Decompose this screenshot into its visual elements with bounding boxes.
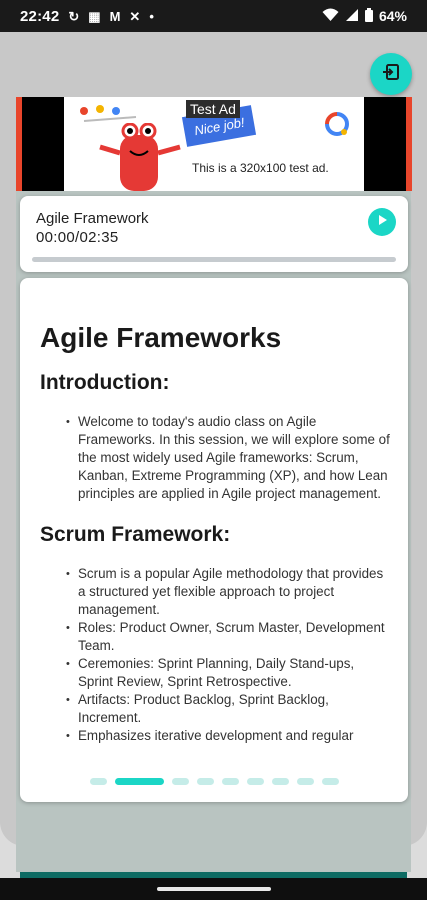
page-dot[interactable] <box>321 777 339 785</box>
page-dot[interactable] <box>171 777 189 785</box>
ad-banner[interactable]: Nice job! Test Ad This is a 320x100 test… <box>16 97 412 191</box>
section-bullet-list: Scrum is a popular Agile methodology tha… <box>58 565 392 745</box>
player-title: Agile Framework <box>36 210 149 227</box>
bullet-item: Ceremonies: Sprint Planning, Daily Stand… <box>58 655 392 691</box>
gmail-icon: M <box>109 8 121 24</box>
cell-signal-icon <box>345 8 359 25</box>
play-button[interactable] <box>368 208 396 236</box>
system-navigation-bar <box>0 878 427 900</box>
page-dot-active[interactable] <box>114 777 164 785</box>
ad-text: This is a 320x100 test ad. <box>192 161 329 175</box>
page-dot[interactable] <box>271 777 289 785</box>
bullet-item: Welcome to today's audio class on Agile … <box>58 413 392 503</box>
status-time: 22:42 <box>20 7 60 25</box>
ad-border-left <box>16 97 64 191</box>
lesson-content-scroll[interactable]: Agile Frameworks Introduction: Welcome t… <box>20 278 408 760</box>
play-icon <box>376 213 388 231</box>
audio-player-card: Agile Framework 00:00/02:35 <box>20 196 408 272</box>
page-dot[interactable] <box>221 777 239 785</box>
bullet-item: Scrum is a popular Agile methodology tha… <box>58 565 392 619</box>
wifi-icon <box>322 8 339 25</box>
sync-icon: ↻ <box>68 8 80 24</box>
section-heading: Scrum Framework: <box>40 523 231 546</box>
section-bullet-list: Welcome to today's audio class on Agile … <box>58 413 392 503</box>
page-dot[interactable] <box>296 777 314 785</box>
bullet-item: Roles: Product Owner, Scrum Master, Deve… <box>58 619 392 655</box>
battery-icon <box>364 7 373 25</box>
bullet-item: Emphasizes iterative development and reg… <box>58 727 392 745</box>
document-title: Agile Frameworks <box>40 322 282 353</box>
page-dot[interactable] <box>246 777 264 785</box>
home-gesture-handle[interactable] <box>157 887 271 891</box>
audio-progress-bar[interactable] <box>32 257 396 262</box>
ad-border-right <box>364 97 412 191</box>
x-icon: ✕ <box>129 8 141 24</box>
status-bar: 22:42 ↻ ▦ M ✕ • 64% <box>0 0 427 32</box>
player-time: 00:00/02:35 <box>36 229 119 246</box>
test-ad-label: Test Ad <box>186 100 240 118</box>
exit-button[interactable] <box>370 53 412 95</box>
section-heading: Introduction: <box>40 371 170 394</box>
battery-percent: 64% <box>378 8 407 24</box>
page-dot[interactable] <box>89 777 107 785</box>
exit-icon <box>381 62 401 87</box>
page-dot[interactable] <box>196 777 214 785</box>
page-indicator <box>20 776 408 786</box>
lesson-content-card[interactable]: Agile Frameworks Introduction: Welcome t… <box>20 278 408 802</box>
calendar-icon: ▦ <box>88 8 101 24</box>
more-notifications-icon: • <box>149 8 154 24</box>
bullet-item: Artifacts: Product Backlog, Sprint Backl… <box>58 691 392 727</box>
ad-mascot-illustration <box>96 122 182 191</box>
ad-logo-icon <box>324 111 350 142</box>
